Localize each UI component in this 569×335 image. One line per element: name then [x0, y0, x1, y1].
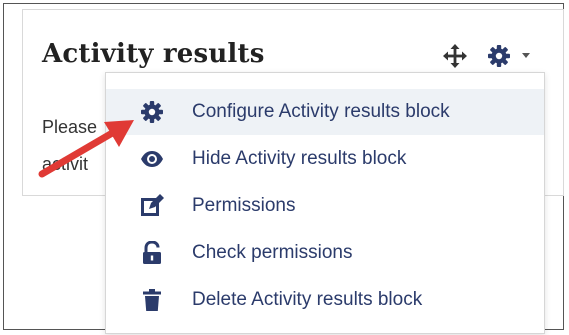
edit-icon — [141, 194, 164, 216]
screenshot-frame: Activity results Please Configure Activi… — [3, 3, 564, 334]
menu-item-configure[interactable]: Configure Activity results block — [106, 89, 544, 135]
annotation-arrow-icon — [38, 120, 134, 178]
menu-item-label: Delete Activity results block — [192, 289, 423, 310]
gear-icon[interactable] — [487, 44, 511, 68]
move-arrows-icon[interactable] — [443, 44, 467, 68]
menu-item-label: Permissions — [192, 195, 296, 216]
trash-icon — [143, 289, 161, 311]
caret-down-icon[interactable] — [519, 48, 533, 62]
menu-item-label: Hide Activity results block — [192, 148, 407, 169]
block-title: Activity results — [42, 39, 265, 69]
menu-item-check-permissions[interactable]: Check permissions — [106, 230, 544, 276]
menu-item-label: Configure Activity results block — [192, 101, 450, 122]
menu-item-delete[interactable]: Delete Activity results block — [106, 277, 544, 323]
menu-item-hide[interactable]: Hide Activity results block — [106, 136, 544, 182]
menu-item-permissions[interactable]: Permissions — [106, 183, 544, 229]
menu-item-label: Check permissions — [192, 242, 353, 263]
unlock-icon — [143, 241, 161, 264]
block-actions-menu: Configure Activity results block Hide Ac… — [105, 72, 545, 334]
